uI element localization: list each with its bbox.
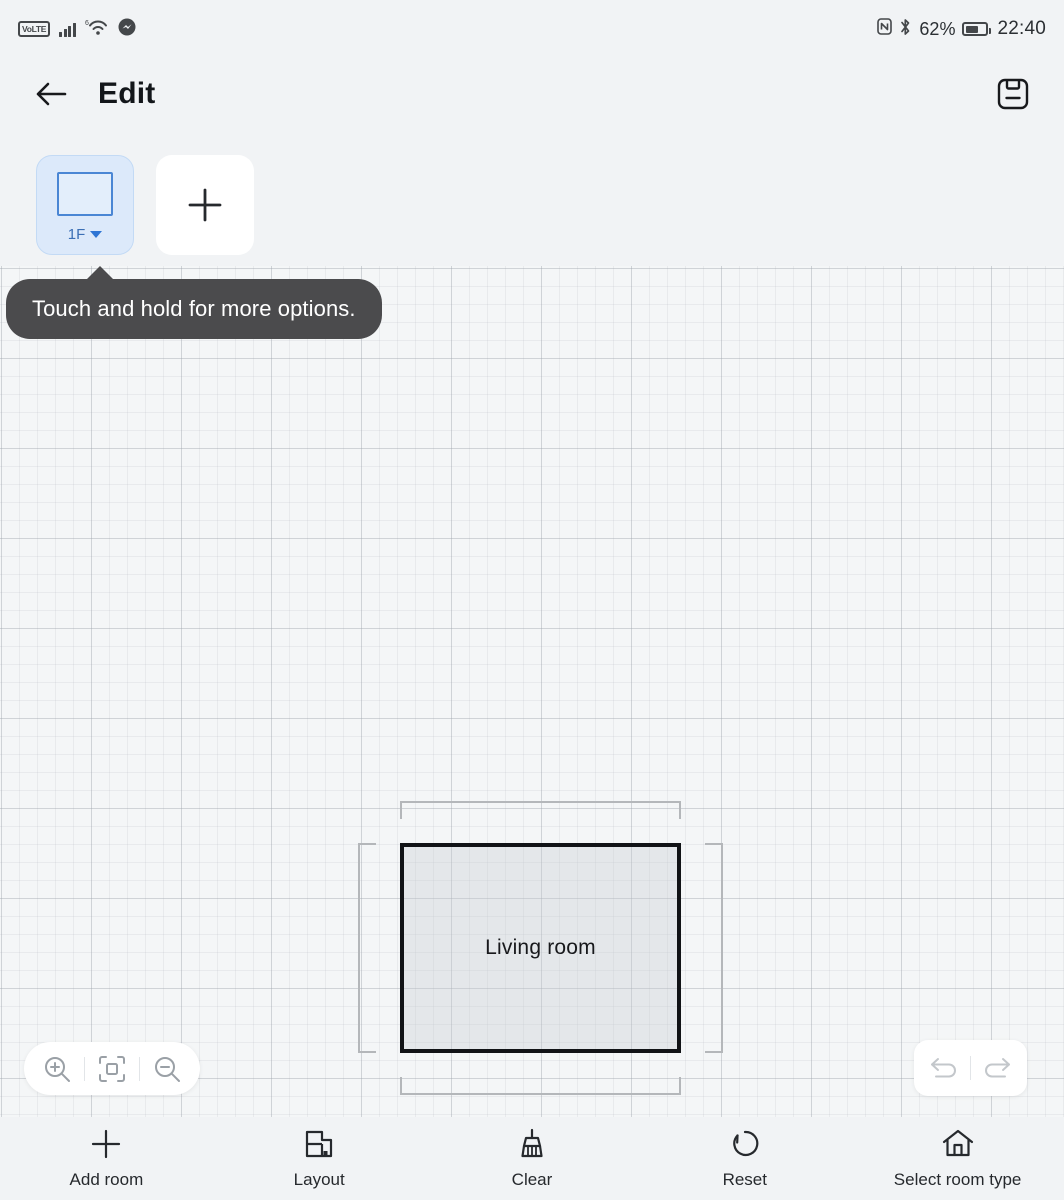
bluetooth-icon [899,18,912,41]
add-floor-button[interactable] [156,155,254,255]
page-title: Edit [98,77,156,110]
redo-button[interactable] [971,1040,1023,1096]
app-bar: Edit [0,58,1064,130]
broom-icon [515,1127,549,1161]
floor-card-label-row[interactable]: 1F [68,226,103,243]
status-bar-right: 62% 22:40 [877,18,1046,41]
plus-icon [89,1127,123,1161]
zoom-out-button[interactable] [140,1042,194,1095]
zoom-controls [24,1042,200,1095]
nav-label: Clear [511,1170,553,1189]
save-floppy-icon [997,78,1029,110]
undo-button[interactable] [918,1040,970,1096]
app-screen: VoLTE 6 62% 22:40 Edit Living room 1F To… [0,0,1064,1200]
wifi6-icon: 6 [85,18,109,41]
battery-percent-label: 62% [919,18,956,39]
floor-label: 1F [67,225,86,243]
clock-label: 22:40 [997,18,1046,39]
save-button[interactable] [990,71,1036,117]
nav-layout[interactable]: Layout [213,1117,426,1200]
nav-label: Select room type [893,1170,1022,1189]
status-bar-left: VoLTE 6 [18,18,136,41]
zoom-in-button[interactable] [30,1042,84,1095]
house-icon [941,1127,975,1161]
tooltip-more-options[interactable]: Touch and hold for more options. [6,266,382,339]
signal-bars-icon [59,22,76,37]
floorplan-thumbnail [57,171,113,216]
back-button[interactable] [28,71,74,117]
nav-label: Reset [722,1170,767,1189]
nav-select-room-type[interactable]: Select room type [851,1117,1064,1200]
volte-badge: VoLTE [18,20,51,38]
battery-icon [962,22,992,36]
nav-clear[interactable]: Clear [426,1117,639,1200]
reset-circular-arrow-icon [728,1127,762,1161]
status-bar: VoLTE 6 62% 22:40 [0,0,1064,58]
history-controls [914,1040,1027,1096]
svg-text:6: 6 [85,20,89,27]
layout-icon [302,1127,336,1161]
magnifier-plus-icon [45,1056,70,1082]
nfc-icon [877,18,893,40]
nav-reset[interactable]: Reset [638,1117,851,1200]
magnifier-minus-icon [155,1056,180,1082]
fit-to-screen-button[interactable] [85,1042,139,1095]
selection-handle-right[interactable] [705,843,723,1053]
nav-label: Add room [69,1170,144,1189]
redo-arrow-icon [985,1058,1010,1078]
plus-icon [188,188,222,222]
room-label: Living room [485,936,596,959]
fit-frame-icon [99,1055,125,1082]
room-shape-living-room[interactable]: Living room [400,843,681,1053]
messenger-icon [118,18,136,41]
arrow-left-icon [36,82,67,106]
undo-arrow-icon [931,1058,956,1078]
floorplan-canvas[interactable]: Living room [0,266,1064,1117]
selection-handle-bottom[interactable] [400,1077,681,1095]
bottom-toolbar: Add room Layout Clear Reset Select room … [0,1117,1064,1200]
nav-label: Layout [293,1170,345,1189]
selection-handle-top[interactable] [400,801,681,819]
floor-card-1f[interactable]: 1F [36,155,134,255]
floor-tab-strip: 1F [36,155,254,255]
chevron-down-icon[interactable] [90,230,103,238]
nav-add-room[interactable]: Add room [0,1117,213,1200]
tooltip-text: Touch and hold for more options. [32,296,356,321]
selection-handle-left[interactable] [358,843,376,1053]
